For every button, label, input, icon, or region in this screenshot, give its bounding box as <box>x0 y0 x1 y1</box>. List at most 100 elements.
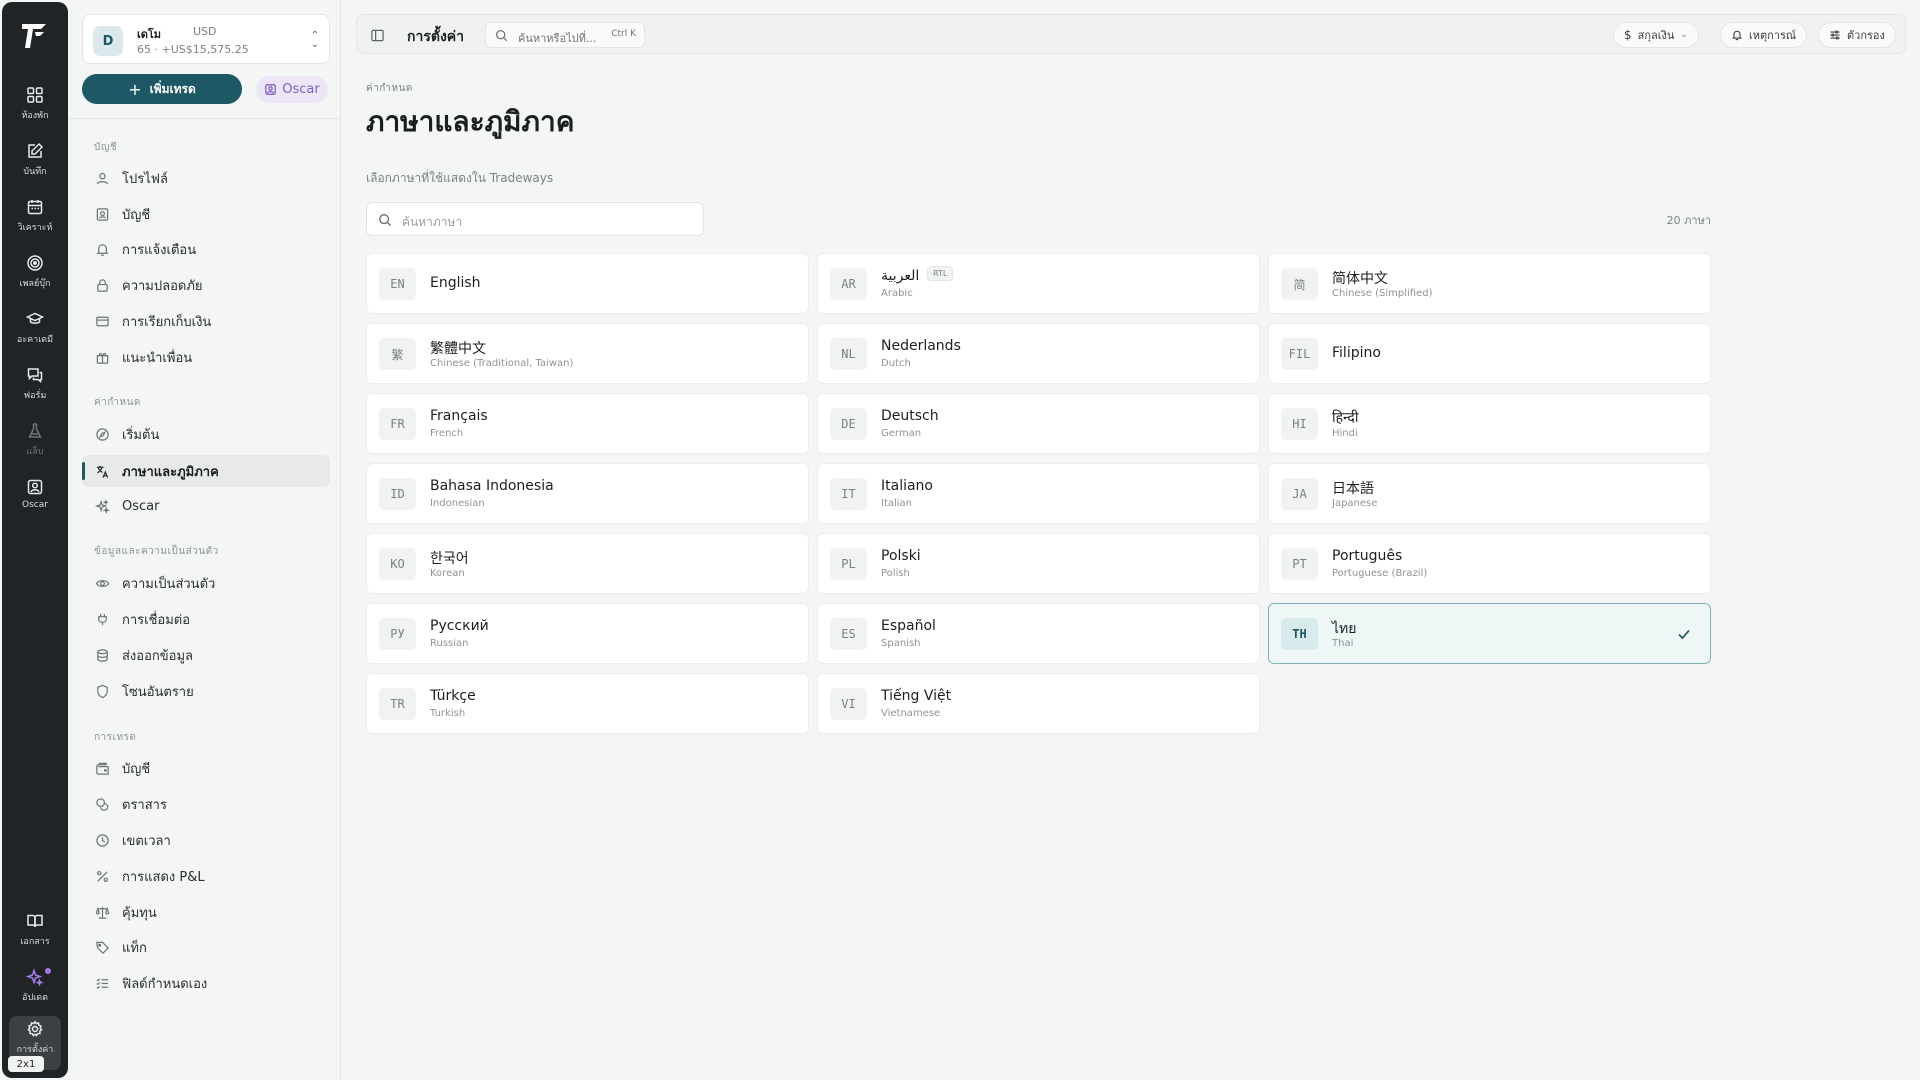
language-option-ko[interactable]: KO 한국어 Korean <box>366 533 809 594</box>
language-option-繁[interactable]: 繁繁體中文 Chinese (Traditional, Taiwan) <box>366 323 809 384</box>
language-native-name: 简体中文 <box>1332 271 1388 287</box>
sidebar-item-notifications[interactable]: การแจ้งเตือน <box>82 233 330 265</box>
language-code-badge: ID <box>379 478 416 510</box>
sidebar-item-language-region[interactable]: ภาษาและภูมิภาค <box>82 455 330 487</box>
sidebar-item-custom-fields[interactable]: ฟิลด์กำหนดเอง <box>82 967 330 999</box>
page-header-title: การตั้งค่า <box>407 29 465 45</box>
language-native-name: 日本語 <box>1332 481 1374 497</box>
sidebar-item-danger-zone[interactable]: โซนอันตราย <box>82 675 330 707</box>
sidebar-item-tags[interactable]: แท็ก <box>82 931 330 963</box>
global-search-button[interactable]: ค้นหาหรือไปที่... Ctrl K <box>485 22 645 48</box>
language-english-name: Spanish <box>881 638 921 649</box>
filters-button[interactable]: ตัวกรอง <box>1818 22 1896 48</box>
sparkle-icon <box>26 968 44 986</box>
language-code-badge: AR <box>830 268 867 300</box>
sidebar-item-account[interactable]: บัญชี <box>82 198 330 230</box>
language-code-badge: KO <box>379 548 416 580</box>
currency-button[interactable]: $ สกุลเงิน ⌄ <box>1613 22 1699 48</box>
events-button[interactable]: เหตุการณ์ <box>1720 22 1808 48</box>
chevron-up-down-icon: ⌃ ⌄ <box>310 30 319 50</box>
book-icon <box>27 914 43 928</box>
language-option-pt[interactable]: PT Português Portuguese (Brazil) <box>1268 533 1711 594</box>
rail-item-playbook[interactable]: เพลย์บุ๊ก <box>2 250 68 302</box>
sidebar-item-trading-accounts[interactable]: บัญชี <box>82 752 330 784</box>
rail-label: ห้องพัก <box>21 111 49 121</box>
sidebar-item-billing[interactable]: การเรียกเก็บเงิน <box>82 305 330 337</box>
sidebar-item-connections[interactable]: การเชื่อมต่อ <box>82 603 330 635</box>
sidebar-item-pnl-display[interactable]: การแสดง P&L <box>82 860 330 892</box>
language-native-name: Português <box>1332 548 1403 564</box>
user-icon <box>94 170 110 186</box>
sidebar-item-export[interactable]: ส่งออกข้อมูล <box>82 639 330 671</box>
sidebar-item-label: แนะนำเพื่อน <box>122 350 193 366</box>
language-option-简[interactable]: 简简体中文 Chinese (Simplified) <box>1268 253 1711 314</box>
language-option-ру[interactable]: РУ Русский Russian <box>366 603 809 664</box>
language-native-name: Filipino <box>1332 345 1381 361</box>
rail-label: อัปเดต <box>22 993 48 1003</box>
language-native-name: 한국어 <box>430 551 469 567</box>
sidebar-item-instruments[interactable]: ตราสาร <box>82 788 330 820</box>
rail-item-dashboard[interactable]: ห้องพัก <box>2 82 68 134</box>
tradeways-logo[interactable] <box>2 16 68 56</box>
language-option-en[interactable]: EN English <box>366 253 809 314</box>
sidebar-toggle-button[interactable] <box>365 23 389 47</box>
sliders-icon <box>1830 30 1840 40</box>
sparkles-icon <box>94 498 110 514</box>
account-balance: 65 · +US$15,575.25 <box>137 43 249 56</box>
language-option-vi[interactable]: VI Tiếng Việt Vietnamese <box>817 673 1260 734</box>
language-option-nl[interactable]: NL Nederlands Dutch <box>817 323 1260 384</box>
add-trade-button[interactable]: + เพิ่มเทรด <box>82 74 242 104</box>
sidebar-item-referral[interactable]: แนะนำเพื่อน <box>82 341 330 373</box>
language-option-hi[interactable]: HI हिन्दी Hindi <box>1268 393 1711 454</box>
language-option-id[interactable]: ID Bahasa Indonesia Indonesian <box>366 463 809 524</box>
zoom-badge: 2x1 <box>8 1056 44 1072</box>
sidebar-item-security[interactable]: ความปลอดภัย <box>82 269 330 301</box>
sidebar-item-timezone[interactable]: เขตเวลา <box>82 824 330 856</box>
rail-item-oscar[interactable]: Oscar <box>2 474 68 526</box>
language-option-ar[interactable]: AR العربية Arabic RTL <box>817 253 1260 314</box>
language-option-pl[interactable]: PL Polski Polish <box>817 533 1260 594</box>
language-search-placeholder: ค้นหาภาษา <box>402 215 463 229</box>
sidebar-item-label: Oscar <box>122 498 160 514</box>
eye-icon <box>94 575 110 591</box>
language-option-it[interactable]: IT Italiano Italian <box>817 463 1260 524</box>
wallet-icon <box>94 760 110 776</box>
gear-icon <box>27 1020 43 1037</box>
sidebar-section-title: ข้อมูลและความเป็นส่วนตัว <box>94 546 219 557</box>
language-search-input[interactable]: ค้นหาภาษา <box>366 202 704 236</box>
rail-item-lab[interactable]: แล็บ <box>2 418 68 470</box>
account-name: เดโม <box>137 28 162 41</box>
journal-edit-icon <box>28 142 44 158</box>
rail-item-forum[interactable]: ฟอรั่ม <box>2 362 68 414</box>
language-option-fr[interactable]: FR Français French <box>366 393 809 454</box>
account-switcher[interactable]: D เดโม USD 65 · +US$15,575.25 ⌃ ⌄ <box>82 14 330 64</box>
language-option-fil[interactable]: FIL Filipino <box>1268 323 1711 384</box>
rail-item-updates[interactable]: อัปเดต <box>2 964 68 1016</box>
plus-icon: + <box>128 79 142 99</box>
rail-item-academy[interactable]: อะคาเดมี <box>2 306 68 358</box>
rail-label: อะคาเดมี <box>16 335 54 345</box>
language-option-th[interactable]: TH ไทย Thai <box>1268 603 1711 664</box>
language-option-tr[interactable]: TR Türkçe Turkish <box>366 673 809 734</box>
rail-label: วิเคราะห์ <box>17 223 53 233</box>
active-indicator <box>82 462 85 480</box>
language-english-name: French <box>430 428 464 439</box>
language-english-name: Chinese (Simplified) <box>1332 288 1433 299</box>
sidebar-item-privacy[interactable]: ความเป็นส่วนตัว <box>82 567 330 599</box>
language-english-name: Japanese <box>1332 498 1378 509</box>
sidebar-item-profile[interactable]: โปรไฟล์ <box>82 162 330 194</box>
language-native-name: Bahasa Indonesia <box>430 478 554 494</box>
language-native-name: Italiano <box>881 478 933 494</box>
rail-item-journal[interactable]: บันทึก <box>2 138 68 190</box>
language-option-de[interactable]: DE Deutsch German <box>817 393 1260 454</box>
language-native-name: Türkçe <box>430 688 476 704</box>
sidebar-item-breakeven[interactable]: คุ้มทุน <box>82 896 330 928</box>
rail-item-docs[interactable]: เอกสาร <box>2 908 68 960</box>
language-option-ja[interactable]: JA 日本語 Japanese <box>1268 463 1711 524</box>
sidebar-item-oscar[interactable]: Oscar <box>82 490 330 522</box>
oscar-button[interactable]: Oscar <box>256 76 328 103</box>
language-option-es[interactable]: ES Español Spanish <box>817 603 1260 664</box>
currency-label: สกุลเงิน <box>1637 29 1675 42</box>
sidebar-item-getting-started[interactable]: เริ่มต้น <box>82 418 330 450</box>
rail-item-analysis[interactable]: วิเคราะห์ <box>2 194 68 246</box>
